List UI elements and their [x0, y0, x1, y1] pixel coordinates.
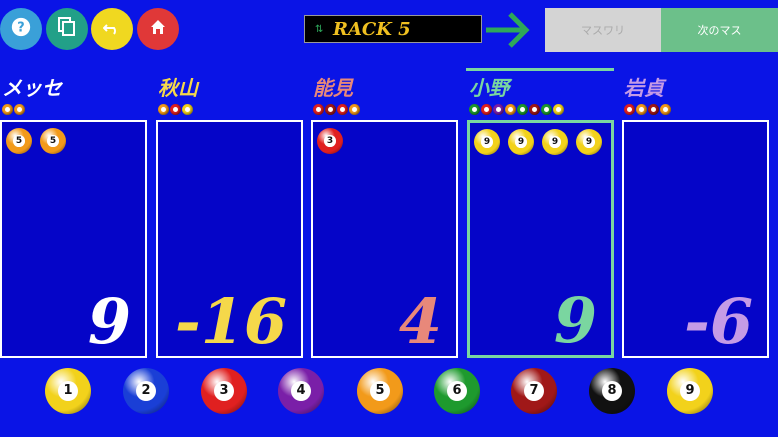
ball-7-button[interactable]: 7	[511, 368, 557, 414]
ball-3-button[interactable]: 3	[201, 368, 247, 414]
ball-number: 5	[47, 135, 59, 147]
mini-ball	[337, 104, 348, 115]
player-score: 9	[553, 284, 597, 357]
svg-text:?: ?	[17, 21, 24, 36]
ball-number: 2	[135, 380, 157, 402]
mini-ball	[170, 104, 181, 115]
ball-number: 8	[601, 380, 623, 402]
player-panel[interactable]: -6	[622, 120, 769, 358]
panel-ball-5: 5	[6, 128, 32, 154]
ball-9-button[interactable]: 9	[667, 368, 713, 414]
mini-ball	[624, 104, 635, 115]
ball-number: 9	[549, 136, 561, 148]
player-score: 9	[87, 285, 131, 358]
sort-arrows-icon[interactable]: ⇅	[315, 24, 333, 35]
mini-ball	[158, 104, 169, 115]
panel-ball-3: 3	[317, 128, 343, 154]
mini-ball	[541, 104, 552, 115]
help-button[interactable]: ?	[0, 8, 42, 50]
ball-4-button[interactable]: 4	[278, 368, 324, 414]
pocketed-balls-mini	[313, 104, 360, 115]
panel-ball-9: 9	[542, 129, 568, 155]
mini-ball	[493, 104, 504, 115]
undo-icon	[102, 20, 121, 39]
ball-number: 7	[523, 380, 545, 402]
ball-number: 1	[57, 380, 79, 402]
mini-ball	[325, 104, 336, 115]
mini-ball	[2, 104, 13, 115]
undo-button[interactable]	[91, 8, 133, 50]
panel-ball-9: 9	[576, 129, 602, 155]
mini-ball	[517, 104, 528, 115]
active-player-underline	[466, 68, 614, 71]
next-button[interactable]: 次のマス	[661, 8, 778, 52]
ball-number: 3	[324, 135, 336, 147]
mini-ball	[660, 104, 671, 115]
mini-ball	[553, 104, 564, 115]
panel-ball-9: 9	[508, 129, 534, 155]
mini-ball	[313, 104, 324, 115]
ball-number: 9	[679, 380, 701, 402]
ball-number: 4	[290, 380, 312, 402]
question-icon: ?	[10, 16, 32, 42]
mini-ball	[648, 104, 659, 115]
copy-icon	[58, 17, 76, 41]
mini-ball	[505, 104, 516, 115]
home-button[interactable]	[137, 8, 179, 50]
mini-ball	[529, 104, 540, 115]
home-icon	[150, 19, 166, 39]
pocketed-balls-mini	[624, 104, 671, 115]
player-name[interactable]: 岩貞	[624, 72, 664, 101]
player-name[interactable]: 小野	[469, 72, 509, 101]
ball-number: 9	[583, 136, 595, 148]
rack-label: RACK 5	[333, 18, 411, 40]
ball-number: 9	[515, 136, 527, 148]
mini-ball	[636, 104, 647, 115]
player-name[interactable]: メッセ	[2, 72, 62, 101]
player-name[interactable]: 秋山	[158, 72, 198, 101]
right-arrow-icon	[484, 10, 532, 54]
mini-ball	[182, 104, 193, 115]
masuwari-button[interactable]: マスワリ	[545, 8, 661, 52]
ball-number: 9	[481, 136, 493, 148]
pocketed-balls-mini	[469, 104, 564, 115]
ball-2-button[interactable]: 2	[123, 368, 169, 414]
pocketed-balls-mini	[2, 104, 25, 115]
pocketed-balls-mini	[158, 104, 193, 115]
player-name[interactable]: 能見	[313, 72, 353, 101]
ball-8-button[interactable]: 8	[589, 368, 635, 414]
player-panel[interactable]: 5 5 9	[0, 120, 147, 358]
ball-number: 5	[369, 380, 391, 402]
ball-1-button[interactable]: 1	[45, 368, 91, 414]
player-panel[interactable]: -16	[156, 120, 303, 358]
panel-ball-5: 5	[40, 128, 66, 154]
ball-number: 3	[213, 380, 235, 402]
mini-ball	[481, 104, 492, 115]
player-score: -6	[684, 285, 753, 358]
mini-ball	[14, 104, 25, 115]
player-panel[interactable]: 9 9 9 9 9	[467, 120, 614, 358]
ball-number: 5	[13, 135, 25, 147]
ball-6-button[interactable]: 6	[434, 368, 480, 414]
player-panel[interactable]: 34	[311, 120, 458, 358]
copy-button[interactable]	[46, 8, 88, 50]
ball-number: 6	[446, 380, 468, 402]
rack-indicator: ⇅ RACK 5	[304, 15, 482, 43]
player-score: 4	[398, 285, 442, 358]
mini-ball	[349, 104, 360, 115]
panel-ball-9: 9	[474, 129, 500, 155]
player-score: -16	[174, 285, 287, 358]
mini-ball	[469, 104, 480, 115]
ball-5-button[interactable]: 5	[357, 368, 403, 414]
